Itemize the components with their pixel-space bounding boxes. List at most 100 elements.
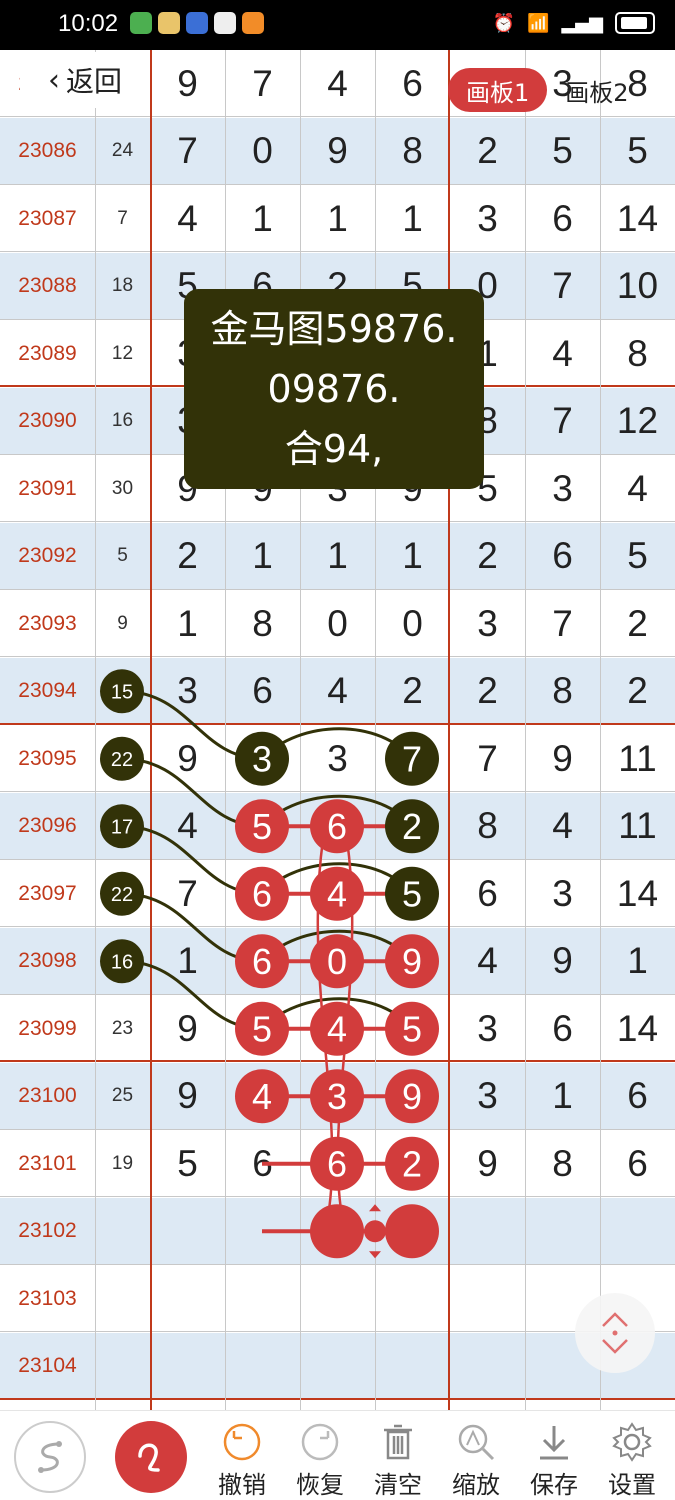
digit-cell[interactable] [300,1198,375,1265]
digit-cell[interactable]: 9 [150,50,225,117]
digit-cell[interactable]: 5 [600,118,675,185]
digit-cell[interactable]: 14 [600,995,675,1062]
digit-cell[interactable]: 8 [450,793,525,860]
digit-cell[interactable]: 8 [525,1130,600,1197]
digit-cell[interactable] [300,793,375,860]
digit-cell[interactable] [225,995,300,1062]
digit-cell[interactable]: 5 [600,523,675,590]
digit-cell[interactable]: 7 [450,725,525,792]
digit-cell[interactable] [375,1333,450,1400]
table-row[interactable]: 23099 23 9 3 6 14 [0,995,675,1062]
digit-cell[interactable]: 11 [600,725,675,792]
table-row[interactable]: 23094 3 6 4 2 2 8 2 [0,657,675,725]
digit-cell[interactable]: 4 [300,50,375,117]
digit-cell[interactable]: 6 [375,50,450,117]
tab-board-1[interactable]: 画板1 [448,68,548,112]
digit-cell[interactable]: 7 [525,253,600,320]
table-row[interactable]: 23103 [0,1265,675,1332]
digit-cell[interactable] [300,1130,375,1197]
digit-cell[interactable]: 4 [300,658,375,725]
digit-cell[interactable] [300,1265,375,1332]
digit-cell[interactable]: 1 [150,590,225,657]
digit-cell[interactable]: 9 [150,725,225,792]
digit-cell[interactable] [375,1265,450,1332]
digit-cell[interactable]: 7 [525,388,600,455]
digit-cell[interactable]: 5 [150,1130,225,1197]
digit-cell[interactable]: 9 [150,1063,225,1130]
digit-cell[interactable]: 3 [450,185,525,252]
digit-cell[interactable] [300,1333,375,1400]
scroll-toggle-button[interactable] [575,1293,655,1373]
table-row[interactable]: 23092 5 2 1 1 1 2 6 5 [0,522,675,590]
digit-cell[interactable] [375,860,450,927]
digit-cell[interactable]: 1 [525,1063,600,1130]
digit-cell[interactable]: 3 [150,658,225,725]
digit-cell[interactable] [375,793,450,860]
back-button[interactable]: ‹ 返回 [20,52,150,108]
digit-cell[interactable]: 9 [525,725,600,792]
digit-cell[interactable]: 6 [600,1130,675,1197]
digit-cell[interactable]: 3 [450,995,525,1062]
digit-cell[interactable]: 9 [150,995,225,1062]
digit-cell[interactable] [375,995,450,1062]
digit-cell[interactable]: 1 [150,928,225,995]
digit-cell[interactable] [150,1333,225,1400]
table-row[interactable]: 23087 7 4 1 1 1 3 6 14 [0,185,675,252]
digit-cell[interactable]: 3 [450,590,525,657]
digit-cell[interactable]: 8 [225,590,300,657]
digit-cell[interactable]: 3 [300,725,375,792]
digit-cell[interactable]: 9 [525,928,600,995]
digit-cell[interactable] [150,1265,225,1332]
digit-cell[interactable]: 3 [525,860,600,927]
digit-cell[interactable] [450,1198,525,1265]
digit-cell[interactable] [150,1198,225,1265]
zoom-button[interactable]: 缩放 [441,1419,511,1500]
table-row[interactable]: 23104 [0,1332,675,1400]
draw-mode-button[interactable] [115,1421,187,1493]
digit-cell[interactable]: 1 [375,185,450,252]
digit-cell[interactable]: 8 [375,118,450,185]
digit-cell[interactable]: 2 [450,658,525,725]
digit-cell[interactable]: 2 [150,523,225,590]
digit-cell[interactable]: 8 [525,658,600,725]
table-row[interactable]: 23100 25 9 3 1 6 [0,1062,675,1130]
digit-cell[interactable]: 6 [600,1063,675,1130]
digit-cell[interactable]: 1 [300,185,375,252]
digit-cell[interactable]: 4 [600,455,675,522]
digit-cell[interactable]: 12 [600,388,675,455]
table-row[interactable]: 23097 7 6 3 14 [0,860,675,927]
digit-cell[interactable] [300,1063,375,1130]
digit-cell[interactable]: 8 [600,320,675,387]
table-row[interactable]: 23086 24 7 0 9 8 2 5 5 [0,117,675,185]
tab-board-2[interactable]: 画板2 [547,68,646,112]
digit-cell[interactable] [300,995,375,1062]
undo-button[interactable]: 撤销 [207,1419,277,1500]
digit-cell[interactable] [450,1265,525,1332]
table-row[interactable]: 23101 19 5 6 9 8 6 [0,1130,675,1197]
redo-button[interactable]: 恢复 [285,1419,355,1500]
digit-cell[interactable]: 6 [225,1130,300,1197]
digit-cell[interactable] [225,928,300,995]
clear-button[interactable]: 清空 [363,1419,433,1500]
digit-cell[interactable] [300,860,375,927]
digit-cell[interactable] [225,793,300,860]
digit-cell[interactable] [375,725,450,792]
digit-cell[interactable]: 2 [450,523,525,590]
digit-cell[interactable]: 7 [150,860,225,927]
digit-cell[interactable]: 9 [300,118,375,185]
digit-cell[interactable] [525,1198,600,1265]
digit-cell[interactable] [375,928,450,995]
digit-cell[interactable]: 9 [450,1130,525,1197]
digit-cell[interactable]: 5 [525,118,600,185]
digit-cell[interactable]: 11 [600,793,675,860]
digit-cell[interactable]: 4 [150,793,225,860]
digit-cell[interactable]: 6 [525,995,600,1062]
digit-cell[interactable] [225,860,300,927]
digit-cell[interactable]: 0 [300,590,375,657]
settings-button[interactable]: 设置 [597,1419,667,1500]
digit-cell[interactable]: 0 [225,118,300,185]
digit-cell[interactable]: 1 [300,523,375,590]
digit-cell[interactable]: 7 [225,50,300,117]
digit-cell[interactable]: 2 [450,118,525,185]
digit-cell[interactable]: 3 [450,1063,525,1130]
